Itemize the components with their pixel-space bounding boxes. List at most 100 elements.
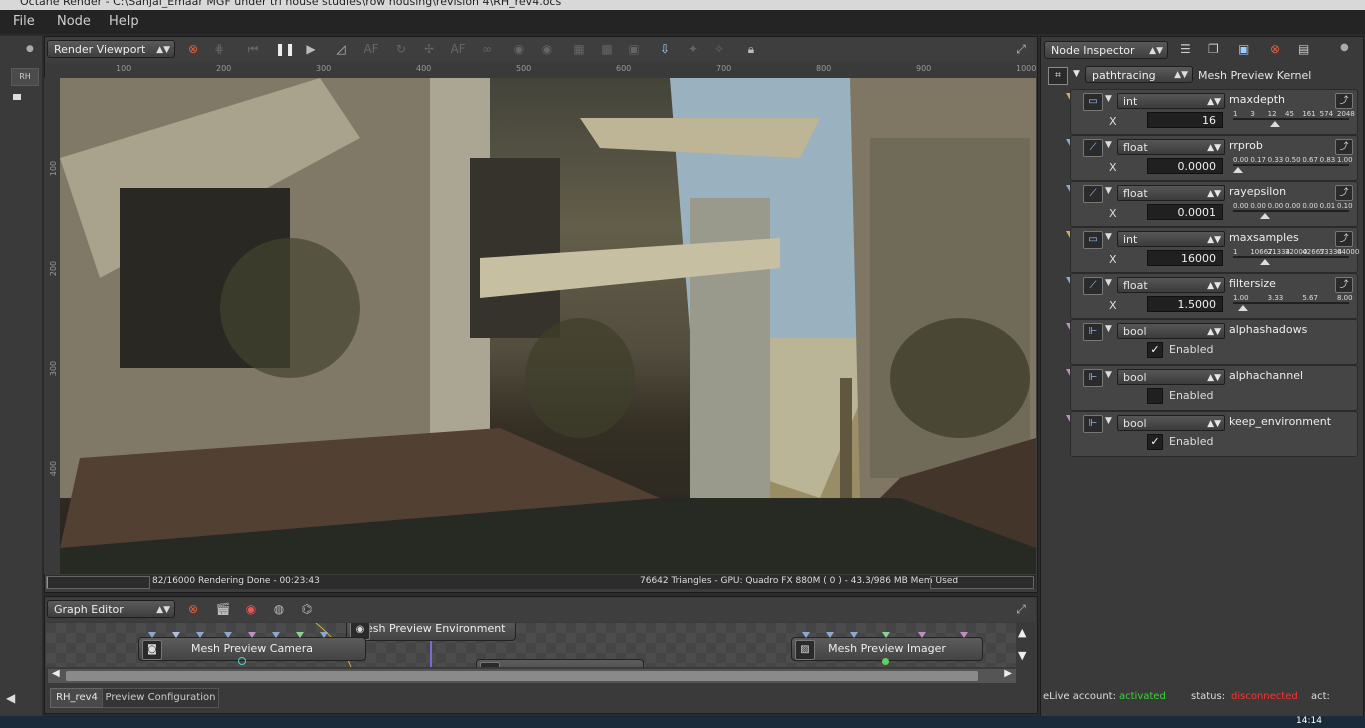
record-icon[interactable]: ◉ xyxy=(243,601,259,617)
camera-input-pin[interactable] xyxy=(320,632,328,638)
scroll-left-icon[interactable]: ◀ xyxy=(6,691,15,705)
camera-input-pin[interactable] xyxy=(296,632,304,638)
refresh-icon[interactable]: ↻ xyxy=(393,41,409,57)
maximize-icon[interactable]: ⤢ xyxy=(1013,41,1029,57)
curve-edit-icon[interactable]: ⤴ xyxy=(1335,231,1353,247)
menu-file[interactable]: File xyxy=(13,14,35,29)
menu-help[interactable]: Help xyxy=(109,14,139,29)
rayepsilon-slider[interactable]: 0.00 0.00 0.00 0.00 0.00 0.01 0.10 xyxy=(1233,202,1353,220)
imager-input-pin[interactable] xyxy=(802,632,810,638)
pick-icon[interactable]: ✢ xyxy=(421,41,437,57)
node-tool-icon[interactable]: ⌬ xyxy=(299,601,315,617)
slider-thumb[interactable] xyxy=(1259,213,1270,219)
collapse-triangle-icon[interactable]: ▼ xyxy=(1105,370,1112,380)
filtersize-type-select[interactable]: float ▲▼ xyxy=(1117,277,1225,293)
scroll-up-icon[interactable]: ▲ xyxy=(1018,626,1026,639)
camera-input-pin[interactable] xyxy=(148,632,156,638)
dock-pin-icon[interactable]: ● xyxy=(26,44,34,54)
inspector-mode-select[interactable]: Node Inspector ▲▼ xyxy=(1044,41,1168,59)
maximize-icon[interactable]: ⤢ xyxy=(1013,601,1029,617)
camera-output-pin[interactable] xyxy=(238,657,246,665)
alphachannel-checkbox[interactable] xyxy=(1147,388,1163,404)
grid-icon[interactable]: ⋕ xyxy=(211,41,227,57)
glasses-icon[interactable]: ∞ xyxy=(479,41,495,57)
rrprob-type-select[interactable]: float ▲▼ xyxy=(1117,139,1225,155)
keep_environment-checkbox[interactable]: ✓ xyxy=(1147,434,1163,450)
curve-edit-icon[interactable]: ⤴ xyxy=(1335,277,1353,293)
slider-thumb[interactable] xyxy=(1238,305,1249,311)
kernel-type-select[interactable]: pathtracing ▲▼ xyxy=(1085,66,1193,83)
sphere2-icon[interactable]: ◉ xyxy=(539,41,555,57)
maxdepth-slider[interactable]: 1 3 12 45 161 574 2048 xyxy=(1233,110,1355,128)
node-kernel-partial[interactable]: ▣ xyxy=(476,659,644,667)
lock-icon[interactable]: 🔒︎ xyxy=(743,41,759,57)
alphashadows-checkbox[interactable]: ✓ xyxy=(1147,342,1163,358)
node-environment[interactable]: ◉ Mesh Preview Environment xyxy=(346,623,516,641)
pause-icon[interactable]: ❚❚ xyxy=(275,41,295,57)
dock-pin-icon[interactable]: ● xyxy=(1340,42,1349,53)
tree-icon[interactable] xyxy=(13,94,21,100)
reset-graph-icon[interactable]: ⊗ xyxy=(185,601,201,617)
camera-input-pin[interactable] xyxy=(248,632,256,638)
slider-thumb[interactable] xyxy=(1233,167,1243,173)
curve-edit-icon[interactable]: ⤴ xyxy=(1335,139,1353,155)
focus-icon[interactable]: ✦ xyxy=(685,41,701,57)
imager-input-pin[interactable] xyxy=(882,632,890,638)
collapse-triangle-icon[interactable]: ▼ xyxy=(1105,186,1112,196)
rayepsilon-value[interactable]: 0.0001 xyxy=(1147,204,1223,220)
sphere-icon[interactable]: ◉ xyxy=(511,41,527,57)
camera-input-pin[interactable] xyxy=(196,632,204,638)
export-icon[interactable]: ⇩ xyxy=(657,41,673,57)
collapse-triangle-icon[interactable]: ▼ xyxy=(1105,232,1112,242)
tab-rh-rev4[interactable]: RH_rev4 xyxy=(50,688,104,708)
rayepsilon-type-select[interactable]: float ▲▼ xyxy=(1117,185,1225,201)
region-icon[interactable]: ▦ xyxy=(571,41,587,57)
imager-output-pin[interactable] xyxy=(882,658,889,665)
curve-edit-icon[interactable]: ⤴ xyxy=(1335,93,1353,109)
collapse-triangle-icon[interactable]: ▼ xyxy=(1073,69,1080,79)
render-image[interactable] xyxy=(60,78,1036,574)
filtersize-value[interactable]: 1.5000 xyxy=(1147,296,1223,312)
camera-input-pin[interactable] xyxy=(224,632,232,638)
collapse-triangle-icon[interactable]: ▼ xyxy=(1105,324,1112,334)
tab-preview-configuration[interactable]: Preview Configuration xyxy=(102,688,219,708)
maxsamples-slider[interactable]: 1 10667 21334 32000 42667 53334 64000 xyxy=(1233,248,1359,266)
alphashadows-type-select[interactable]: bool ▲▼ xyxy=(1117,323,1225,339)
maxdepth-value[interactable]: 16 xyxy=(1147,112,1223,128)
camera-input-pin[interactable] xyxy=(272,632,280,638)
camera-view-icon[interactable]: ◍ xyxy=(271,601,287,617)
af-icon[interactable]: AF xyxy=(450,41,466,57)
scroll-down-icon[interactable]: ▼ xyxy=(1018,649,1026,662)
rrprob-slider[interactable]: 0.00 0.17 0.33 0.50 0.67 0.83 1.00 xyxy=(1233,156,1353,174)
node-camera[interactable]: ◙ Mesh Preview Camera xyxy=(138,637,366,661)
film-region-icon[interactable]: ▣ xyxy=(626,41,642,57)
rrprob-value[interactable]: 0.0000 xyxy=(1147,158,1223,174)
keep_environment-type-select[interactable]: bool ▲▼ xyxy=(1117,415,1225,431)
star-icon[interactable]: ✧ xyxy=(711,41,727,57)
slider-thumb[interactable] xyxy=(1259,259,1270,265)
filtersize-slider[interactable]: 1.00 3.33 5.67 8.00 xyxy=(1233,294,1353,312)
camera-input-pin[interactable] xyxy=(172,632,180,638)
image-icon[interactable]: ▣ xyxy=(1238,42,1249,56)
checker-icon[interactable]: ▩ xyxy=(599,41,615,57)
alphachannel-type-select[interactable]: bool ▲▼ xyxy=(1117,369,1225,385)
imager-input-pin[interactable] xyxy=(826,632,834,638)
scroll-right-icon[interactable]: ▶ xyxy=(1004,668,1012,679)
maxsamples-value[interactable]: 16000 xyxy=(1147,250,1223,266)
reset-render-icon[interactable]: ⊗ xyxy=(185,41,201,57)
collapse-triangle-icon[interactable]: ▼ xyxy=(1105,278,1112,288)
autofocus-icon[interactable]: AF xyxy=(363,41,379,57)
graph-mode-select[interactable]: Graph Editor ▲▼ xyxy=(47,600,175,618)
clapper-icon[interactable]: 🎬︎ xyxy=(215,601,231,617)
ruler-icon[interactable]: ◿ xyxy=(333,41,349,57)
reset-icon[interactable]: ⊗ xyxy=(1270,42,1280,56)
restart-icon[interactable]: ⏮ xyxy=(245,41,261,57)
curve-edit-icon[interactable]: ⤴ xyxy=(1335,185,1353,201)
collapse-icon[interactable]: ☰ xyxy=(1180,42,1191,56)
collapse-triangle-icon[interactable]: ▼ xyxy=(1105,94,1112,104)
maxsamples-type-select[interactable]: int ▲▼ xyxy=(1117,231,1225,247)
graph-h-scrollbar[interactable]: ◀ ▶ xyxy=(48,668,1016,683)
graph-scroll-thumb[interactable] xyxy=(66,671,978,681)
viewport-mode-select[interactable]: Render Viewport ▲▼ xyxy=(47,40,175,58)
slider-thumb[interactable] xyxy=(1270,121,1281,127)
